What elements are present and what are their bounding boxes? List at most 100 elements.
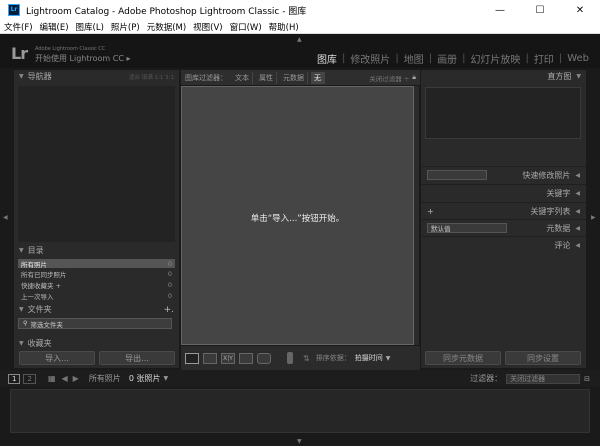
export-button[interactable]: 导出...	[99, 351, 175, 365]
catalog-item-label: 上一次导入	[21, 292, 54, 301]
catalog-item-all-photos[interactable]: 所有照片 0	[18, 259, 175, 269]
menu-help[interactable]: 帮助(H)	[269, 21, 299, 33]
comments-header[interactable]: 评论 ◀	[421, 236, 586, 253]
top-panel-toggle-icon[interactable]: ▲	[297, 36, 302, 43]
secondary-window-button[interactable]: 2	[23, 373, 36, 384]
folder-filter-input[interactable]: ⚲ 筛选文件夹	[18, 318, 172, 329]
histogram-header[interactable]: 直方图 ▼	[421, 70, 586, 83]
filmstrip-filter-select[interactable]: 关闭过滤器	[506, 373, 581, 384]
filter-switch-icon[interactable]: ⊟	[584, 375, 590, 383]
menu-window[interactable]: 窗口(W)	[230, 21, 262, 33]
forward-arrow-icon[interactable]: ▶	[73, 374, 79, 383]
sort-select[interactable]: 拍摄时间	[355, 353, 383, 363]
add-folder-icon[interactable]: +.	[164, 305, 174, 315]
catalog-item-synced-photos[interactable]: 所有已同步照片 0	[18, 269, 175, 279]
grid-view-icon[interactable]	[185, 352, 199, 364]
module-picker: 图库 | 修改照片 | 地图 | 画册 | 幻灯片放映 | 打印 | Web	[312, 51, 594, 66]
filmstrip-source[interactable]: 所有照片	[89, 373, 121, 384]
histogram-title: 直方图	[547, 72, 572, 81]
module-library[interactable]: 图库	[312, 51, 342, 66]
people-view-icon[interactable]	[257, 352, 271, 364]
sort-label: 排序依据：	[315, 354, 351, 362]
collections-header[interactable]: ▼ 收藏夹	[14, 339, 179, 347]
keyword-list-header[interactable]: + 关键字列表 ◀	[421, 202, 586, 219]
left-panel-toggle-icon[interactable]: ◀	[3, 214, 8, 221]
menu-bar: 文件(F) 编辑(E) 图库(L) 照片(P) 元数据(M) 视图(V) 窗口(…	[0, 20, 600, 34]
metadata-preset-select[interactable]: 默认值	[427, 223, 507, 233]
sort-direction-icon[interactable]: ⇅	[303, 354, 310, 363]
collapse-triangle-icon: ▼	[576, 73, 581, 80]
collapse-triangle-icon: ▼	[19, 247, 24, 254]
maximize-button[interactable]: ☐	[520, 0, 560, 20]
grid-scrollbar[interactable]	[414, 86, 419, 345]
module-slideshow[interactable]: 幻灯片放映	[465, 51, 525, 66]
metadata-header[interactable]: 默认值 元数据 ◀	[421, 219, 586, 236]
source-dropdown-icon[interactable]: ▼	[163, 375, 168, 382]
filter-none-tab[interactable]: 无	[311, 71, 325, 84]
module-book[interactable]: 画册	[432, 51, 462, 66]
catalog-header[interactable]: ▼ 目录	[14, 244, 179, 257]
navigator-header[interactable]: ▼ 导航器 适合 填满 1:1 3:1	[14, 70, 179, 83]
folders-header[interactable]: ▼ 文件夹 +.	[14, 303, 179, 316]
compare-view-icon[interactable]: X|Y	[221, 352, 235, 364]
catalog-item-label: 快捷收藏夹 +	[21, 281, 62, 290]
right-panel-toggle-icon[interactable]: ▶	[591, 214, 596, 221]
menu-file[interactable]: 文件(F)	[4, 21, 33, 33]
filter-attribute-tab[interactable]: 属性	[256, 71, 277, 84]
menu-photo[interactable]: 照片(P)	[111, 21, 140, 33]
sync-metadata-button[interactable]: 同步元数据	[425, 351, 501, 365]
import-button[interactable]: 导入...	[19, 351, 95, 365]
add-keyword-icon[interactable]: +	[427, 207, 434, 216]
module-print[interactable]: 打印	[529, 51, 559, 66]
filter-preset-select[interactable]: 关闭过滤器 ÷	[369, 73, 409, 83]
bottom-panel-toggle-icon[interactable]: ▼	[297, 438, 302, 445]
metadata-preset-value: 默认值	[431, 225, 451, 233]
back-arrow-icon[interactable]: ◀	[62, 374, 68, 383]
keywording-title: 关键字	[546, 188, 571, 198]
comments-title: 评论	[554, 240, 571, 250]
collapse-triangle-icon: ▼	[19, 339, 24, 347]
navigator-zoom-options[interactable]: 适合 填满 1:1 3:1	[129, 73, 174, 81]
grid-icon[interactable]: ▦	[48, 374, 56, 383]
catalog-item-label: 所有照片	[21, 260, 47, 269]
window-title: Lightroom Catalog - Adobe Photoshop Ligh…	[26, 6, 307, 17]
library-filter-bar: 图库过滤器： 文本 属性 元数据 无 关闭过滤器 ÷ 🔒︎	[181, 70, 420, 85]
sync-settings-button[interactable]: 同步设置	[505, 351, 581, 365]
menu-edit[interactable]: 编辑(E)	[40, 21, 69, 33]
quick-develop-header[interactable]: 快速修改照片 ◀	[421, 166, 586, 183]
collections-title: 收藏夹	[27, 339, 52, 347]
histogram-display	[425, 87, 581, 139]
catalog-item-previous-import[interactable]: 上一次导入 0	[18, 291, 175, 301]
toolbar-menu-icon[interactable]: ▼	[386, 355, 391, 362]
catalog-title: 目录	[27, 246, 44, 255]
collapse-triangle-icon: ▼	[19, 73, 24, 80]
folder-filter-placeholder: 筛选文件夹	[30, 320, 63, 329]
expand-triangle-icon: ◀	[575, 224, 580, 232]
menu-view[interactable]: 视图(V)	[193, 21, 222, 33]
minimize-button[interactable]: —	[480, 0, 520, 20]
main-window-button[interactable]: 1	[8, 373, 21, 384]
module-web[interactable]: Web	[562, 53, 594, 64]
get-started-link[interactable]: 开始使用 Lightroom CC ▸	[35, 53, 130, 64]
loupe-view-icon[interactable]	[203, 352, 217, 364]
saved-preset-select[interactable]	[427, 170, 487, 180]
catalog-item-label: 所有已同步照片	[21, 270, 67, 279]
lock-icon[interactable]: 🔒︎	[412, 73, 416, 82]
filter-metadata-tab[interactable]: 元数据	[280, 71, 308, 84]
expand-triangle-icon: ◀	[575, 171, 580, 179]
filter-text-tab[interactable]: 文本	[232, 71, 253, 84]
module-map[interactable]: 地图	[399, 51, 429, 66]
photo-count: 0 张照片	[128, 374, 161, 383]
survey-view-icon[interactable]	[239, 352, 253, 364]
identity-subtitle: Adobe Lightroom Classic CC	[35, 46, 106, 52]
painter-icon[interactable]	[287, 352, 293, 364]
close-button[interactable]: ✕	[560, 0, 600, 20]
catalog-item-count: 0	[167, 259, 172, 268]
menu-metadata[interactable]: 元数据(M)	[147, 21, 186, 33]
module-develop[interactable]: 修改照片	[345, 51, 395, 66]
filmstrip[interactable]	[10, 389, 590, 433]
menu-library[interactable]: 图库(L)	[76, 21, 104, 33]
catalog-item-quick-collection[interactable]: 快捷收藏夹 + 0	[18, 280, 175, 290]
keywording-header[interactable]: 关键字 ◀	[421, 184, 586, 201]
catalog-item-count: 0	[167, 291, 172, 300]
